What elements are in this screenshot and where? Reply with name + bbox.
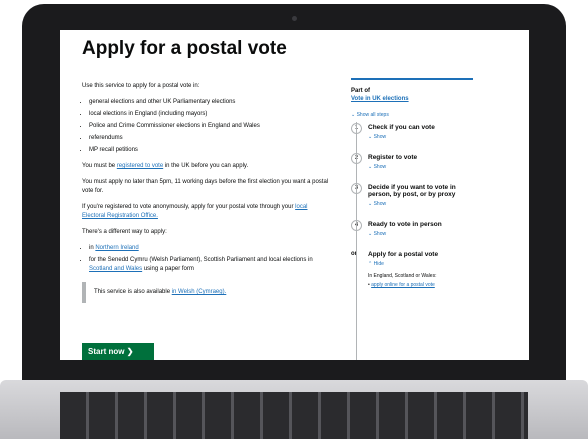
- list-item: general elections and other UK Parliamen…: [89, 98, 332, 107]
- main-content: Use this service to apply for a postal v…: [82, 82, 332, 313]
- start-now-button[interactable]: Start now ❯: [82, 343, 154, 360]
- browser-screen: Apply for a postal vote Use this service…: [60, 30, 529, 360]
- different-way-list: in Northern Ireland for the Senedd Cymru…: [82, 244, 332, 274]
- step-2[interactable]: 2 Register to vote ⌄ Show: [351, 153, 473, 170]
- different-way-text: There's a different way to apply:: [82, 229, 167, 235]
- step-title: Ready to vote in person: [368, 221, 442, 228]
- election-list: general elections and other UK Parliamen…: [82, 98, 332, 155]
- list-item: MP recall petitions: [89, 146, 332, 155]
- deadline-text: You must apply no later than 5pm, 11 wor…: [82, 179, 329, 194]
- northern-ireland-link[interactable]: Northern Ireland: [95, 245, 138, 251]
- registered-text: You must be registered to vote in the UK…: [82, 163, 249, 169]
- step-show-toggle[interactable]: ⌄ Show: [368, 134, 473, 140]
- step-final[interactable]: or Apply for a postal vote ⌃ Hide In Eng…: [351, 251, 473, 288]
- page-title: Apply for a postal vote: [82, 38, 287, 59]
- step-show-toggle[interactable]: ⌄ Show: [368, 201, 473, 207]
- keyboard: [60, 392, 528, 439]
- step-detail-text: In England, Scotland or Wales:: [368, 273, 437, 279]
- registered-link[interactable]: registered to vote: [117, 163, 163, 169]
- intro-text: Use this service to apply for a postal v…: [82, 83, 200, 89]
- list-item: Police and Crime Commissioner elections …: [89, 122, 332, 131]
- step-show-toggle[interactable]: ⌄ Show: [368, 164, 473, 170]
- camera-icon: [292, 16, 297, 21]
- step-title: Apply for a postal vote: [368, 251, 439, 258]
- part-of-link[interactable]: Vote in UK elections: [351, 96, 473, 102]
- step-detail-link[interactable]: • apply online for a postal vote: [368, 282, 473, 288]
- list-item: local elections in England (including ma…: [89, 110, 332, 119]
- part-of-label: Part of: [351, 88, 371, 94]
- step-title: Register to vote: [368, 154, 418, 161]
- show-all-steps-button[interactable]: ⌄ Show all steps: [351, 112, 473, 118]
- step-by-step-sidebar: Part of Vote in UK elections ⌄ Show all …: [351, 78, 473, 302]
- step-hide-toggle[interactable]: ⌃ Hide: [368, 261, 473, 267]
- list-item: referendums: [89, 134, 332, 143]
- chevron-right-icon: ❯: [126, 347, 134, 356]
- list-item: for the Senedd Cymru (Welsh Parliament),…: [89, 256, 332, 274]
- welsh-inset: This service is also available in Welsh …: [82, 282, 332, 303]
- step-title: Check if you can vote: [368, 124, 435, 131]
- step-1[interactable]: 1 Check if you can vote ⌄ Show: [351, 123, 473, 140]
- anonymous-text: If you're registered to vote anonymously…: [82, 204, 308, 219]
- step-rail: [356, 122, 357, 360]
- welsh-link[interactable]: in Welsh (Cymraeg).: [172, 289, 227, 295]
- chevron-down-icon: ⌄: [351, 112, 356, 118]
- step-title: Decide if you want to vote in person, by…: [368, 184, 456, 198]
- step-show-toggle[interactable]: ⌄ Show: [368, 231, 473, 237]
- scotland-wales-link[interactable]: Scotland and Wales: [89, 266, 142, 272]
- step-3[interactable]: 3 Decide if you want to vote in person, …: [351, 183, 473, 207]
- list-item: in Northern Ireland: [89, 244, 332, 253]
- step-4[interactable]: 4 Ready to vote in person ⌄ Show: [351, 220, 473, 237]
